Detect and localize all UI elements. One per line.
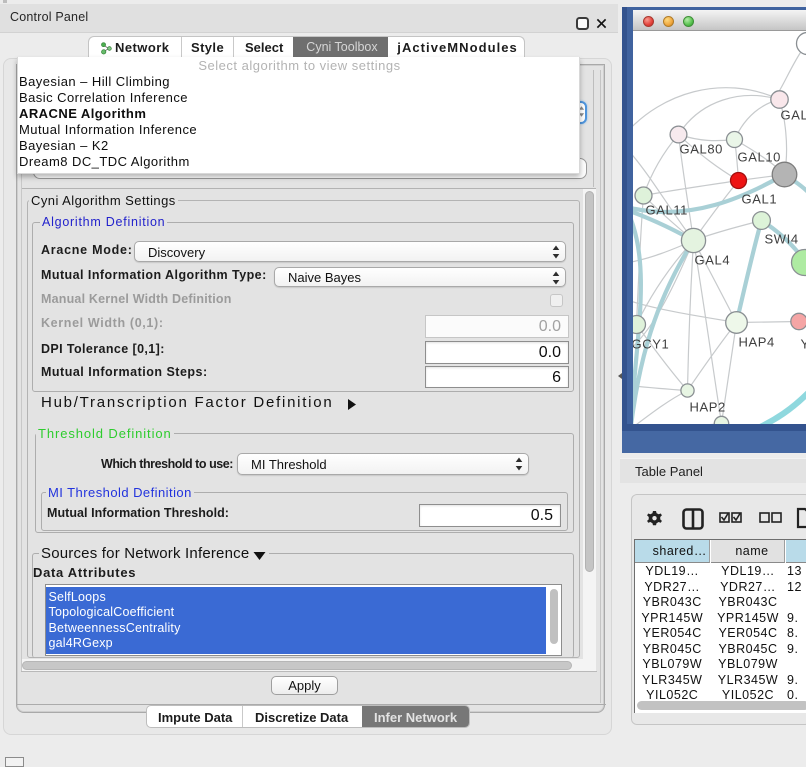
svg-text:SWI4: SWI4: [764, 231, 798, 246]
svg-text:Y: Y: [800, 336, 806, 351]
svg-text:GAL4: GAL4: [694, 252, 730, 267]
svg-text:GAL7: GAL7: [780, 107, 806, 122]
svg-text:GAL80: GAL80: [679, 141, 722, 156]
svg-text:GAL1: GAL1: [741, 191, 777, 206]
svg-text:HAP4: HAP4: [738, 334, 774, 349]
svg-text:HAP2: HAP2: [689, 399, 725, 414]
svg-text:GAL10: GAL10: [737, 149, 780, 164]
svg-text:GCY1: GCY1: [633, 336, 669, 351]
svg-text:GAL11: GAL11: [645, 202, 688, 217]
